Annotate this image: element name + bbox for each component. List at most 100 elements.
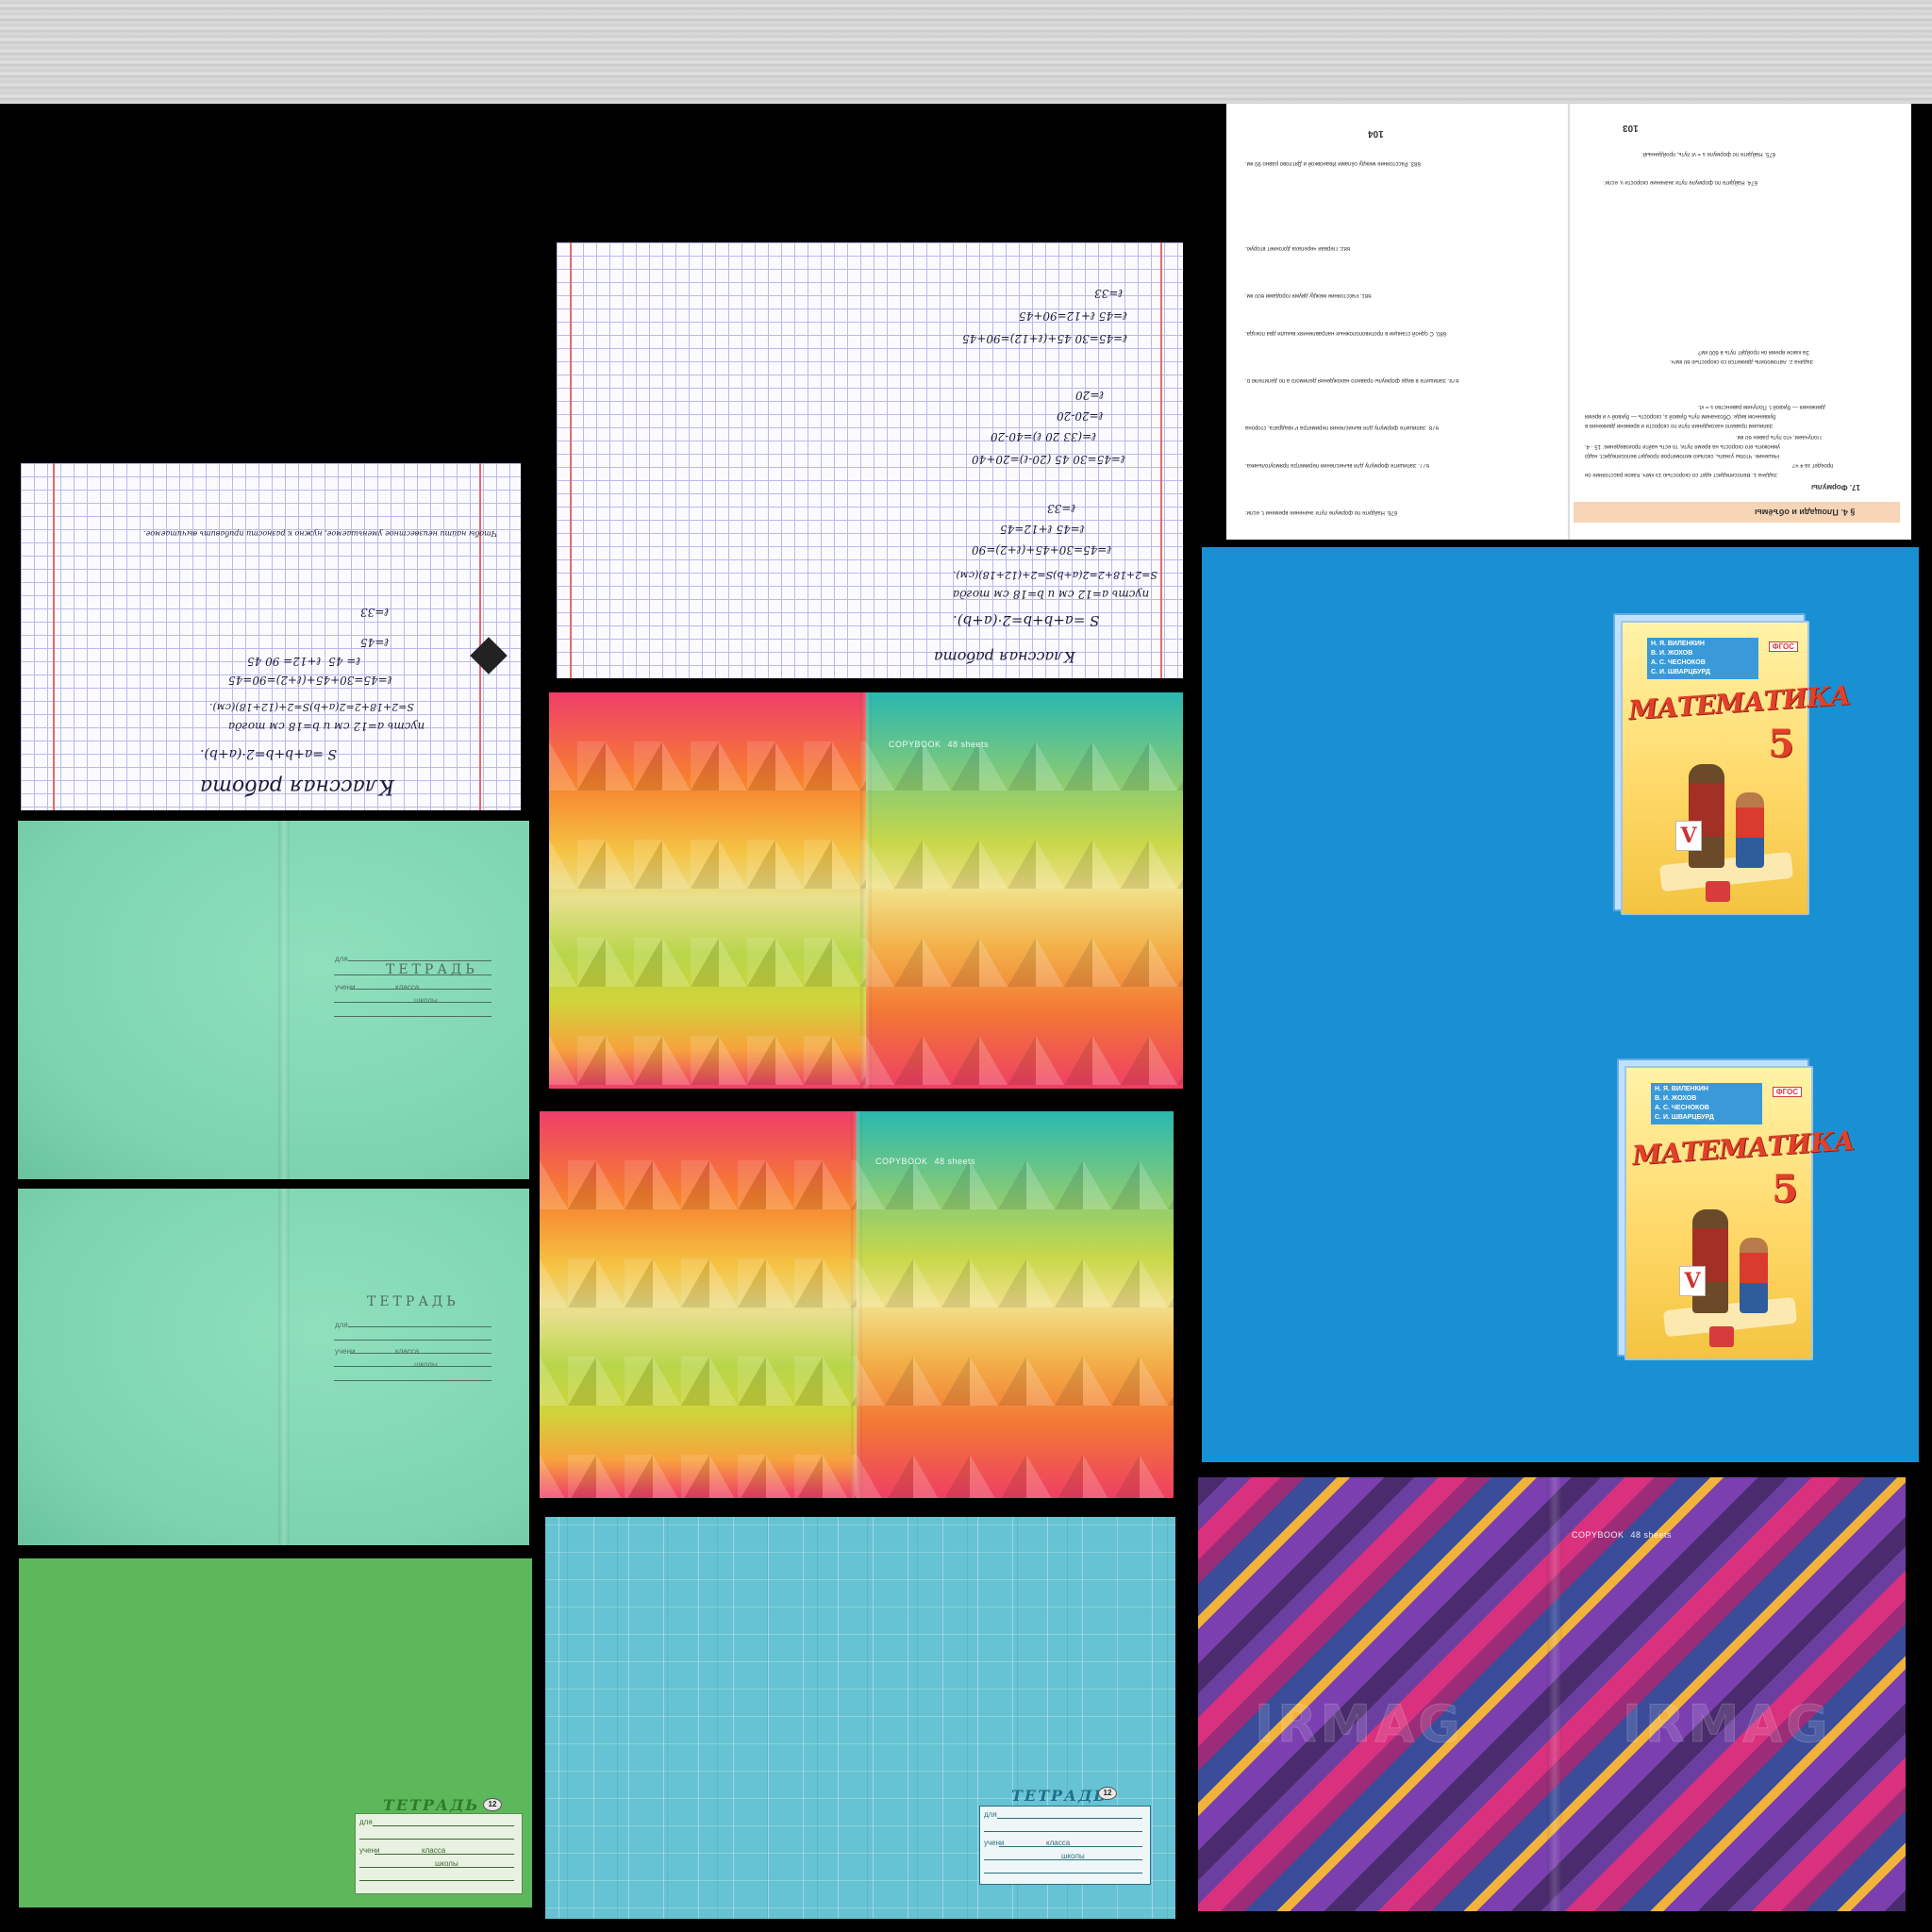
- diagonal-notebook-spread: COPYBOOK 48 sheets IRMAG IRMAG: [1198, 1477, 1906, 1911]
- line-label: для: [359, 1818, 373, 1826]
- line-label: школы: [414, 996, 438, 1005]
- sheets-text: 48 sheets: [1630, 1530, 1673, 1540]
- handwritten-line: ℓ=33: [1047, 502, 1076, 515]
- cover-left-half: [549, 692, 866, 1089]
- page-text-line: 678. Запишите формулу для вычисления пер…: [1245, 425, 1439, 430]
- watermark-text: IRMAG: [1623, 1694, 1832, 1755]
- fgos-badge: ФГОС: [1768, 641, 1798, 652]
- author: С. И. ШВАРЦБУРД: [1651, 669, 1710, 675]
- handwritten-line: S=2+18+2=2(a+b)S=2+(12+18)(см).: [953, 569, 1158, 581]
- line-rule: [348, 960, 491, 961]
- sheets-text: 48 sheets: [934, 1157, 976, 1166]
- page-text-line: Задача 1. Велосипедист едет со скоростью…: [1585, 472, 1778, 477]
- authors-box: Н. Я. ВИЛЕНКИН В. И. ЖОХОВ А. С. ЧЕСНОКО…: [1651, 1083, 1762, 1124]
- line-rule: [334, 1366, 491, 1367]
- scholar-figure: [1689, 764, 1724, 868]
- line-rule: [334, 1016, 491, 1017]
- roman-numeral-block: V: [1675, 821, 1702, 851]
- handwritten-line: пусть a=12 см и b=18 см тогда: [953, 588, 1150, 601]
- cover-right-half: [857, 1111, 1174, 1498]
- grid-page-large: Классная работа S =a+b+b=2·(a+b). пусть …: [557, 242, 1183, 678]
- page-count-badge: 12: [483, 1798, 502, 1811]
- handwritten-line: ℓ=45=30+45+(ℓ+2)=90: [972, 543, 1112, 557]
- line-label: учени: [335, 983, 356, 991]
- cover-illustration: V: [1662, 1200, 1798, 1338]
- handwritten-line: ℓ=45 ℓ+12=45: [1000, 523, 1085, 536]
- page-text-line: 679. Запишите в виде формулы правило нах…: [1245, 377, 1459, 383]
- author: Н. Я. ВИЛЕНКИН: [1651, 641, 1705, 647]
- boy-figure: [1740, 1238, 1768, 1313]
- page-text-line: Решение. Чтобы узнать, сколько километро…: [1585, 453, 1780, 458]
- book-cover: Н. Я. ВИЛЕНКИН В. И. ЖОХОВ А. С. ЧЕСНОКО…: [1624, 1066, 1856, 1360]
- handwritten-line: S =a+b+b=2·(a+b).: [953, 612, 1100, 629]
- cover-title: ТЕТРАДЬ: [383, 1796, 480, 1814]
- page-gutter: [1568, 104, 1570, 540]
- line-rule: [359, 1880, 514, 1881]
- handwritten-line: ℓ=(33 20 ℓ)=40-20: [991, 430, 1097, 443]
- margin-line: [1160, 242, 1162, 678]
- mint-notebook-cover: ТЕТРАДЬ для учени класса школы: [18, 1189, 529, 1545]
- page-text-line: умножить его скорость на время пути, то …: [1585, 443, 1780, 449]
- line-rule: [359, 1867, 514, 1868]
- brand-text: COPYBOOK: [875, 1157, 928, 1166]
- page-text-line: 676. Найдите по формуле пути значение вр…: [1245, 509, 1398, 515]
- notebook-spine: [851, 1111, 862, 1498]
- page-text-line: 681. Расстояние между двумя городами 600…: [1245, 292, 1372, 298]
- boy-figure: [1736, 792, 1764, 868]
- handwritten-line: пусть a=12 см и b=18 см тогда: [228, 720, 425, 733]
- cover-right-half: [866, 692, 1183, 1089]
- fgos-badge: ФГОС: [1772, 1087, 1802, 1097]
- line-rule: [359, 1839, 514, 1840]
- page-text-line: движения — буквой t. Получим равенство s…: [1698, 404, 1825, 409]
- green-notebook-cover: ТЕТРАДЬ 12 для учени класса школы: [19, 1558, 532, 1907]
- math-textbook: Н. Я. ВИЛЕНКИН В. И. ЖОХОВ А. С. ЧЕСНОКО…: [1613, 613, 1852, 915]
- subsection-title: 17. Формулы: [1811, 483, 1860, 491]
- grid-page-small: Классная работа S =a+b+b=2·(a+b). пусть …: [21, 463, 521, 810]
- line-rule: [334, 974, 491, 975]
- line-rule: [334, 1380, 491, 1381]
- margin-line-left: [53, 463, 55, 810]
- copybook-label: COPYBOOK 48 sheets: [889, 740, 989, 749]
- page-number: 104: [1368, 128, 1384, 139]
- handwritten-line: ℓ=20-20: [1057, 409, 1104, 423]
- line-label: школы: [414, 1360, 438, 1369]
- watermark-text: IRMAG: [1255, 1694, 1464, 1755]
- handwritten-line: ℓ=45: [360, 636, 390, 649]
- authors-box: Н. Я. ВИЛЕНКИН В. И. ЖОХОВ А. С. ЧЕСНОКО…: [1647, 638, 1758, 679]
- publisher-logo: [1706, 881, 1730, 902]
- book-title: МАТЕМАТИКА: [1627, 679, 1852, 726]
- wood-texture-strip: [0, 0, 1932, 104]
- book-cover: Н. Я. ВИЛЕНКИН В. И. ЖОХОВ А. С. ЧЕСНОКО…: [1621, 621, 1852, 915]
- page-text-line: 675. Найдите по формуле s = vt путь, про…: [1641, 151, 1776, 157]
- book-title: МАТЕМАТИКА: [1631, 1124, 1856, 1172]
- page-number: 103: [1623, 123, 1639, 133]
- notebook-spine: [860, 692, 872, 1089]
- roman-numeral-block: V: [1679, 1266, 1706, 1296]
- brand-text: COPYBOOK: [1572, 1530, 1624, 1540]
- notebook-spine: [278, 821, 290, 1179]
- line-rule: [375, 1854, 514, 1855]
- line-label: класса: [395, 1347, 420, 1356]
- handwritten-line: ℓ=45=30+45+(ℓ+2)=90=45: [228, 674, 392, 687]
- math-book-panel: Н. Я. ВИЛЕНКИН В. И. ЖОХОВ А. С. ЧЕСНОКО…: [1202, 1011, 1919, 1462]
- author: А. С. ЧЕСНОКОВ: [1651, 659, 1706, 666]
- handwritten-line: ℓ= 45 ℓ+12= 90 45: [247, 655, 361, 668]
- author: В. И. ЖОХОВ: [1655, 1095, 1697, 1102]
- notebook-spine: [278, 1189, 290, 1545]
- cover-title: ТЕТРАДЬ: [1011, 1787, 1108, 1805]
- page-text-line: За какое время он пройдёт путь в 600 км?: [1698, 349, 1809, 355]
- ornament-icon: [470, 637, 508, 675]
- author: В. И. ЖОХОВ: [1651, 650, 1693, 657]
- page-text-line: 677. Запишите формулу для вычисления пер…: [1245, 462, 1430, 468]
- page-text-line: проедет за 4 ч?: [1792, 462, 1834, 468]
- copybook-label: COPYBOOK 48 sheets: [875, 1157, 975, 1166]
- textbook-page-spread: 103 104 § 4. Площади и объёмы 17. Формул…: [1226, 104, 1911, 540]
- line-rule: [999, 1846, 1142, 1847]
- line-rule: [373, 1825, 514, 1826]
- page-text-line: Запишем правило нахождения пути по скоро…: [1585, 423, 1774, 428]
- line-rule: [348, 1326, 491, 1327]
- handwritten-line: ℓ=45 ℓ+12=90+45: [1019, 309, 1128, 323]
- handwritten-line: ℓ=45=30 45+(ℓ+12)=90+45: [962, 332, 1128, 345]
- handwritten-line: ℓ=45=30 45 (20-ℓ)=20+40: [972, 453, 1125, 466]
- line-label: класса: [395, 983, 420, 991]
